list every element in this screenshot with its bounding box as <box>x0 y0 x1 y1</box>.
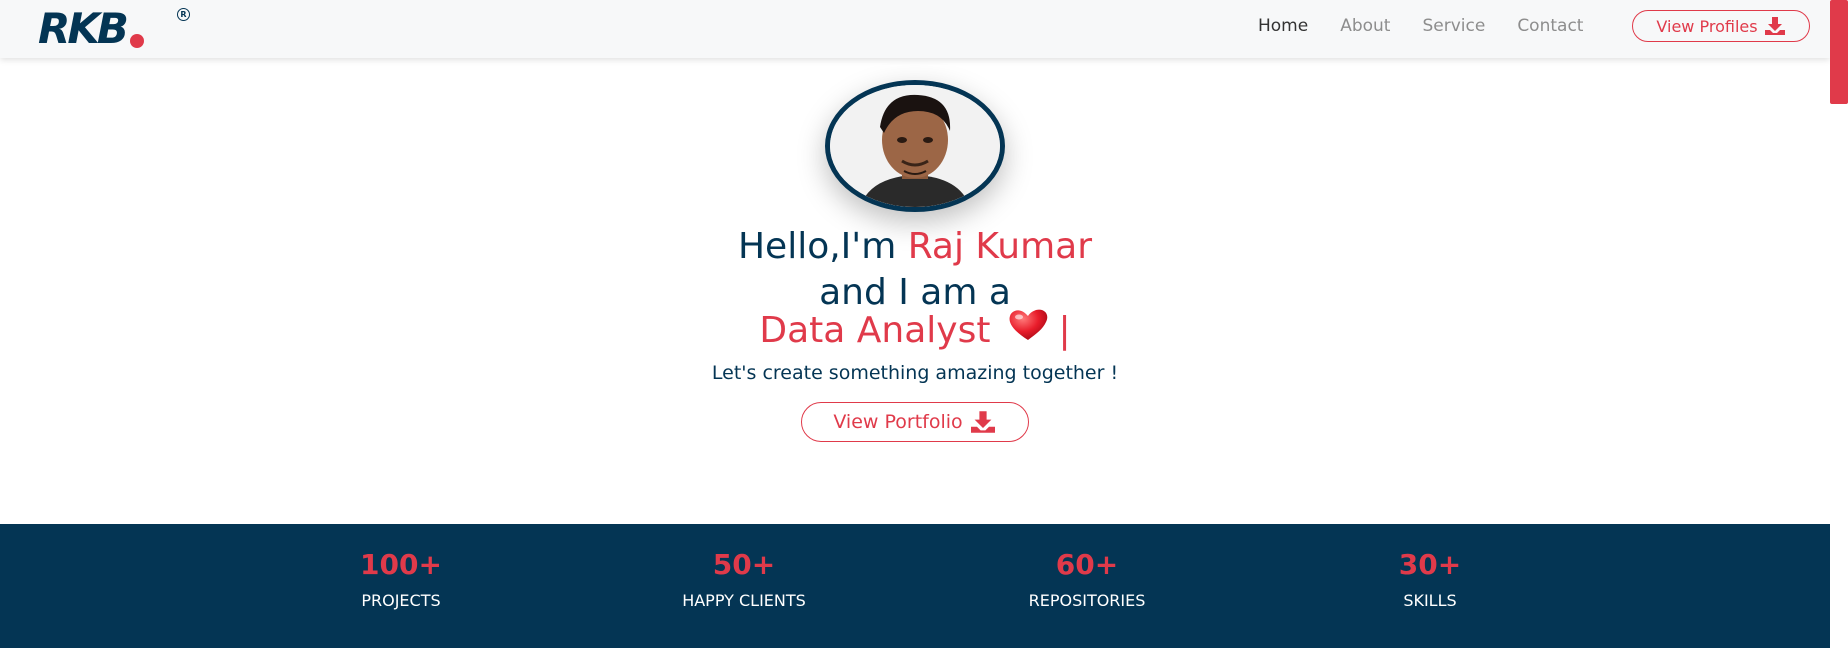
stat-value: 100+ <box>360 548 442 581</box>
nav-link-service[interactable]: Service <box>1422 16 1485 36</box>
navbar: RKB R Home About Service Contact View Pr… <box>0 0 1830 58</box>
stats-section: 100+ PROJECTS 50+ HAPPY CLIENTS 60+ REPO… <box>0 524 1830 648</box>
view-portfolio-button[interactable]: View Portfolio <box>801 402 1029 442</box>
view-profiles-button[interactable]: View Profiles <box>1632 10 1810 42</box>
heart-icon <box>1006 308 1050 351</box>
hero-name: Raj Kumar <box>907 226 1092 267</box>
download-icon <box>970 411 995 433</box>
hero-greeting: Hello,I'm Raj Kumar <box>0 226 1830 267</box>
hero-line-2: and I am a <box>819 272 1011 313</box>
logo[interactable]: RKB R <box>38 4 190 53</box>
stat-label: SKILLS <box>1403 591 1457 610</box>
logo-text: RKB <box>38 4 129 53</box>
stat-skills: 30+ SKILLS <box>1320 548 1540 610</box>
logo-dot <box>129 34 144 48</box>
greeting-text: Hello,I'm <box>737 226 908 267</box>
stat-projects: 100+ PROJECTS <box>291 548 511 610</box>
nav-link-about[interactable]: About <box>1340 16 1390 36</box>
download-icon <box>1764 17 1785 35</box>
stat-value: 60+ <box>1055 548 1119 581</box>
hero-role: Data Analyst <box>759 310 991 351</box>
stat-happy-clients: 50+ HAPPY CLIENTS <box>634 548 854 610</box>
stat-label: REPOSITORIES <box>1028 591 1146 610</box>
stat-repositories: 60+ REPOSITORIES <box>977 548 1197 610</box>
hero-role-line: Data Analyst | <box>0 308 1830 354</box>
typing-cursor: | <box>1058 310 1071 351</box>
view-profiles-label: View Profiles <box>1656 16 1758 36</box>
stat-value: 30+ <box>1398 548 1462 581</box>
nav-links: Home About Service Contact <box>1258 0 1615 52</box>
nav-link-home[interactable]: Home <box>1258 16 1308 36</box>
registered-mark: R <box>177 8 190 21</box>
stat-value: 50+ <box>712 548 776 581</box>
nav-link-contact[interactable]: Contact <box>1517 16 1583 36</box>
avatar-portrait <box>830 85 1000 207</box>
stat-label: HAPPY CLIENTS <box>682 591 806 610</box>
scrollbar-thumb[interactable] <box>1830 0 1848 104</box>
stat-label: PROJECTS <box>361 591 441 610</box>
view-portfolio-label: View Portfolio <box>833 411 963 433</box>
hero-tagline: Let's create something amazing together … <box>711 362 1119 384</box>
profile-avatar <box>825 80 1005 212</box>
